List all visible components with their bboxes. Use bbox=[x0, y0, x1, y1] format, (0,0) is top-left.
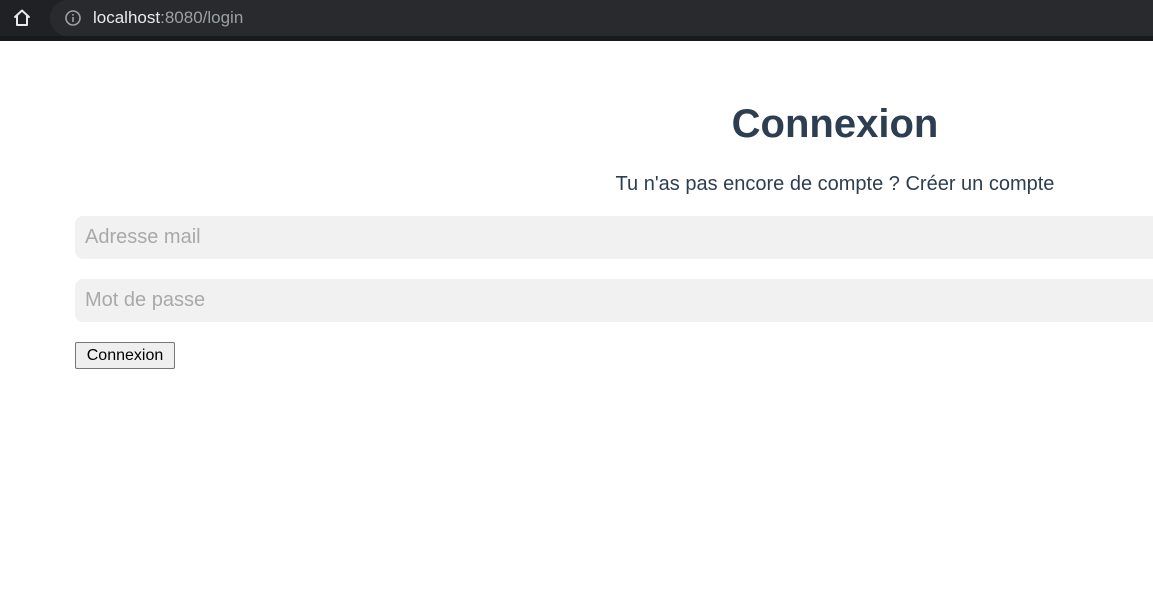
signup-prompt-text: Tu n'as pas encore de compte ? bbox=[615, 173, 906, 195]
page-title: Connexion bbox=[731, 102, 939, 146]
signup-prompt: Tu n'as pas encore de compte ? Créer un … bbox=[0, 172, 1153, 196]
email-field[interactable] bbox=[75, 216, 1153, 259]
url-path: :8080/login bbox=[160, 8, 244, 27]
login-button[interactable]: Connexion bbox=[75, 342, 175, 369]
toolbar-divider bbox=[0, 36, 1153, 41]
home-button[interactable] bbox=[10, 6, 34, 30]
url-host: localhost bbox=[93, 8, 161, 27]
url-text[interactable]: localhost:8080/login bbox=[93, 8, 243, 28]
info-icon[interactable] bbox=[64, 9, 82, 27]
password-field[interactable] bbox=[75, 279, 1153, 322]
home-icon bbox=[14, 9, 30, 26]
create-account-link[interactable]: Créer un compte bbox=[905, 173, 1054, 195]
browser-toolbar: localhost:8080/login bbox=[0, 0, 1153, 36]
